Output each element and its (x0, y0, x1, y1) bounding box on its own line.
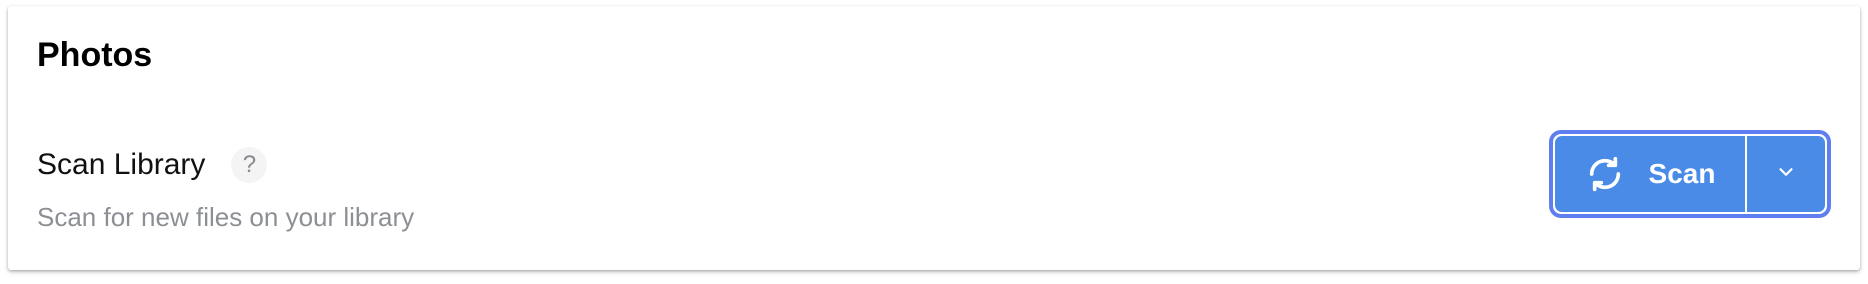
scan-button[interactable]: Scan (1555, 136, 1747, 212)
scan-button-label: Scan (1648, 158, 1716, 189)
scan-options-dropdown-button[interactable] (1747, 136, 1825, 212)
scan-split-button: Scan (1549, 130, 1831, 218)
card-title: Photos (37, 36, 153, 74)
setting-label: Scan Library (37, 148, 206, 181)
setting-description: Scan for new files on your library (37, 202, 415, 232)
refresh-icon (1585, 154, 1625, 194)
help-icon[interactable]: ? (231, 147, 268, 183)
setting-label-line: Scan Library ? (37, 146, 268, 184)
split-button-body: Scan (1555, 136, 1825, 212)
chevron-down-icon (1775, 161, 1797, 188)
